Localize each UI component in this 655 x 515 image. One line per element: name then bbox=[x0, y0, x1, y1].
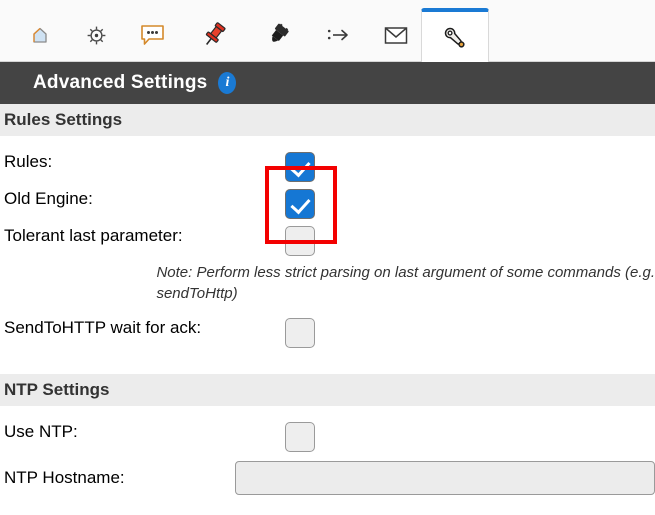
gear-icon bbox=[86, 25, 107, 46]
note-line-2: sendToHttp) bbox=[156, 285, 238, 302]
arrow-right-icon bbox=[327, 26, 351, 44]
label-sendtohttp-wait-for-ack: SendToHTTP wait for ack: bbox=[4, 318, 202, 337]
label-use-ntp: Use NTP: bbox=[4, 422, 78, 441]
checkbox-old-engine[interactable] bbox=[285, 189, 315, 219]
ctrl-old-engine bbox=[285, 189, 315, 219]
ctrl-rules bbox=[285, 152, 315, 182]
note-tolerant-last-parameter: Note: Perform less strict parsing on las… bbox=[156, 262, 655, 304]
tab-mail[interactable] bbox=[362, 8, 430, 62]
row-tolerant-last-parameter: Tolerant last parameter: bbox=[0, 226, 655, 256]
section-heading-rules-settings: Rules Settings bbox=[0, 104, 655, 136]
ntp-hostname-input[interactable] bbox=[235, 461, 655, 495]
row-tolerant-note: Note: Perform less strict parsing on las… bbox=[0, 262, 655, 304]
section-heading-ntp-settings: NTP Settings bbox=[0, 374, 655, 406]
row-use-ntp: Use NTP: bbox=[0, 422, 655, 452]
note-line-1: Note: Perform less strict parsing on las… bbox=[156, 264, 655, 281]
ctrl-tolerant-last-parameter bbox=[285, 226, 315, 256]
ctrl-ntp-hostname bbox=[235, 461, 655, 495]
tab-tools[interactable] bbox=[421, 8, 489, 63]
power-plug-icon bbox=[264, 23, 291, 48]
checkbox-use-ntp[interactable] bbox=[285, 422, 315, 452]
ctrl-sendtohttp-wait-for-ack bbox=[285, 318, 315, 348]
settings-content: Rules Settings Rules: Old Engine: Tolera… bbox=[0, 104, 655, 515]
pushpin-icon bbox=[200, 21, 228, 49]
envelope-icon bbox=[384, 26, 408, 45]
label-old-engine: Old Engine: bbox=[4, 189, 93, 208]
row-old-engine: Old Engine: bbox=[0, 189, 655, 219]
label-tolerant-last-parameter: Tolerant last parameter: bbox=[4, 226, 183, 245]
ctrl-use-ntp bbox=[285, 422, 315, 452]
page-title: Advanced Settings bbox=[33, 72, 208, 93]
row-ntp-hostname: NTP Hostname: bbox=[0, 461, 655, 495]
info-icon[interactable]: i bbox=[218, 72, 237, 94]
tab-plug[interactable] bbox=[243, 8, 311, 62]
row-rules: Rules: bbox=[0, 152, 655, 182]
row-sendtohttp-wait-for-ack: SendToHTTP wait for ack: bbox=[0, 318, 655, 348]
speech-bubble-icon bbox=[140, 24, 165, 46]
tab-messages[interactable] bbox=[118, 8, 186, 62]
checkbox-sendtohttp-wait-for-ack[interactable] bbox=[285, 318, 315, 348]
home-icon bbox=[30, 25, 50, 45]
checkbox-tolerant-last-parameter[interactable] bbox=[285, 226, 315, 256]
wrench-icon bbox=[440, 23, 470, 53]
tab-pinned[interactable] bbox=[180, 8, 248, 62]
page-title-bar: Advanced Settings i bbox=[0, 62, 655, 104]
tab-bar bbox=[0, 0, 655, 63]
checkbox-rules[interactable] bbox=[285, 152, 315, 182]
label-ntp-hostname: NTP Hostname: bbox=[4, 468, 125, 487]
label-rules: Rules: bbox=[4, 152, 53, 171]
advanced-settings-page: Advanced Settings i Rules Settings Rules… bbox=[0, 0, 655, 515]
